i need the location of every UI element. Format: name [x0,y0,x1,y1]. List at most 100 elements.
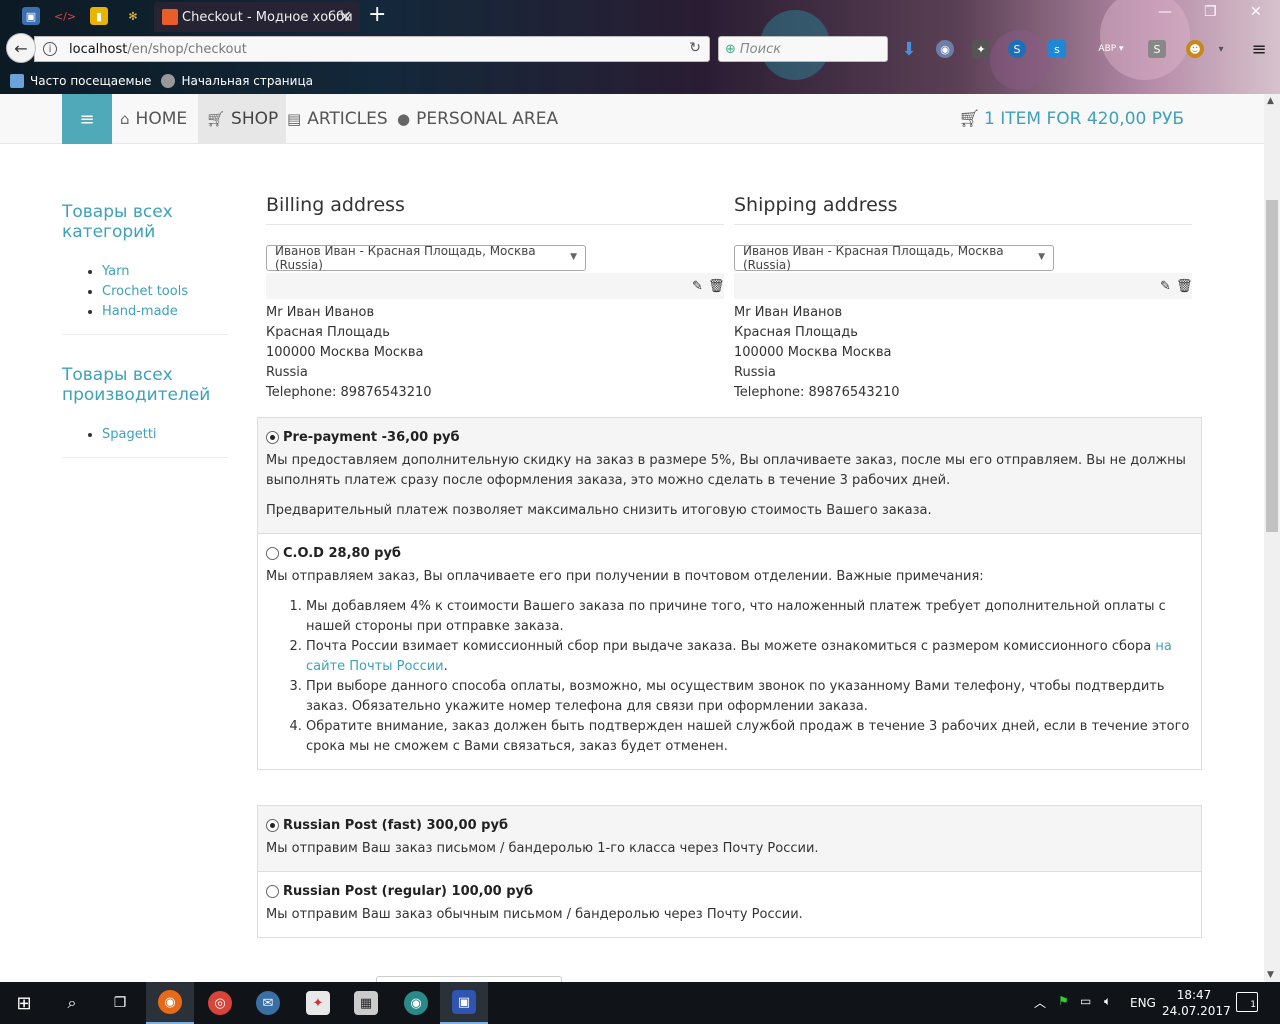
taskbar-calculator[interactable]: ▦ [342,982,390,1024]
scroll-down-icon[interactable]: ▼ [1267,970,1274,980]
cart-summary-link[interactable]: 🛒︎ 1 ITEM FOR 420,00 РУБ [958,94,1184,144]
sidebar: Товары всех категорий Yarn Crochet tools… [62,202,228,488]
category-link-yarn[interactable]: Yarn [102,264,129,279]
windows-taskbar: ⊞ ⌕ ❐ ◉ ◎ ✉ ✦ ▦ ◉ ▣ ︿ ⚑ ▭ 🔈︎ ENG 18:47 2… [0,982,1280,1024]
taskbar-app-puzzle[interactable]: ✦ [294,982,342,1024]
download-icon[interactable]: ⬇ [900,39,918,60]
delete-trash-icon[interactable]: 🗑︎ [1176,279,1193,294]
task-view-button[interactable]: ❐ [96,982,144,1024]
payment-option-prepayment[interactable]: Pre-payment -36,00 руб Мы предоставляем … [258,418,1201,533]
reload-icon[interactable]: ↻ [689,40,701,56]
manufacturers-title[interactable]: Товары всех производителей [62,365,228,405]
system-clock[interactable]: 18:47 24.07.2017 [1162,987,1231,1019]
cod-label[interactable]: C.O.D 28,80 руб [283,546,401,561]
taskbar-app-save[interactable]: ▣ [440,982,488,1024]
menu-label: PERSONAL AREA [416,109,559,129]
taskbar-firefox[interactable]: ◉ [146,982,194,1024]
tab-store-icon[interactable]: ▣ [22,7,40,25]
shipping-address-select[interactable]: Иванов Иван - Красная Площадь, Москва (R… [734,244,1054,272]
menu-shop[interactable]: 🛒︎ SHOP [198,94,287,144]
menu-articles[interactable]: ▤ ARTICLES [279,94,396,144]
shipping-methods-panel: Russian Post (fast) 300,00 руб Мы отправ… [257,805,1202,938]
firefox-icon: ◉ [158,990,182,1014]
language-indicator[interactable]: ENG [1130,996,1156,1010]
category-link-crochet-tools[interactable]: Crochet tools [102,284,188,299]
search-placeholder: Поиск [739,41,782,57]
extension-s-icon[interactable]: S [1008,40,1026,58]
browser-menu-icon[interactable]: ≡ [1250,39,1268,60]
info-icon[interactable]: i [43,42,57,56]
bookmark-start-page[interactable]: Начальная страница [161,74,313,88]
extension-box-icon[interactable]: S [1148,40,1166,58]
prepayment-label[interactable]: Pre-payment -36,00 руб [283,430,460,445]
network-icon[interactable]: ▭ [1080,994,1091,1008]
tray-expand-icon[interactable]: ︿ [1034,994,1046,1011]
tab-joomla-icon[interactable]: ✻ [124,7,142,25]
address-line: Russia [734,365,776,380]
shipping-option-regular[interactable]: Russian Post (regular) 100,00 руб Мы отп… [258,871,1201,937]
edit-pencil-icon[interactable]: ✎ [692,279,703,294]
search-input[interactable]: ⊕ Поиск [718,36,888,62]
cod-intro: Мы отправляем заказ, Вы оплачиваете его … [266,569,984,584]
taskbar-app-disc[interactable]: ◉ [392,982,440,1024]
page-scrollbar[interactable]: ▲ ▼ [1264,94,1280,982]
menu-personal-area[interactable]: ● PERSONAL AREA [389,94,566,144]
notification-center-icon[interactable]: 1 [1236,992,1258,1012]
shipping-option-fast[interactable]: Russian Post (fast) 300,00 руб Мы отправ… [258,806,1201,871]
browser-chrome: ▣ </> ▮ ✻ Checkout - Модное хобби ✕ + — … [0,0,1280,94]
tab-chart-icon[interactable]: ▮ [90,7,108,25]
menu-home[interactable]: ⌂ HOME [112,94,195,144]
shipping-address-details: Мr Иван Иванов Красная Площадь 100000 Мо… [734,303,1192,403]
new-tab-button[interactable]: + [368,2,386,27]
payment-option-cod[interactable]: C.O.D 28,80 руб Мы отправляем заказ, Вы … [258,533,1201,769]
regular-shipping-label[interactable]: Russian Post (regular) 100,00 руб [283,884,533,899]
scrollbar-thumb[interactable] [1266,200,1278,532]
restore-icon[interactable]: ❐ [1204,4,1217,20]
category-link-hand-made[interactable]: Hand-made [102,304,178,319]
address-line: Telephone: 89876543210 [266,385,432,400]
list-item: Hand-made [102,302,228,322]
extension-puzzle-icon[interactable]: ✦ [972,40,990,58]
tab-favicon [162,9,178,25]
close-tab-icon[interactable]: ✕ [339,7,352,26]
close-window-icon[interactable]: ✕ [1250,4,1262,20]
tab-code-icon[interactable]: </> [54,7,76,25]
bookmark-most-visited[interactable]: Часто посещаемые [10,74,151,88]
floppy-disk-icon: ▣ [452,990,476,1014]
prepayment-radio[interactable] [266,431,279,444]
extension-monkey-icon[interactable]: ☻ [1186,40,1204,58]
skype-icon[interactable]: s [1048,40,1066,58]
taskbar-chrome[interactable]: ◎ [196,982,244,1024]
fast-shipping-label[interactable]: Russian Post (fast) 300,00 руб [283,818,508,833]
hamburger-menu-button[interactable]: ≡ [62,94,112,144]
minimize-icon[interactable]: — [1158,4,1172,20]
chevron-down-icon[interactable]: ▾ [1212,40,1230,58]
volume-icon[interactable]: 🔈︎ [1104,994,1111,1009]
start-button[interactable]: ⊞ [0,982,48,1024]
taskbar-thunderbird[interactable]: ✉ [244,982,292,1024]
tab-checkout[interactable]: Checkout - Модное хобби ✕ [154,2,360,32]
delete-trash-icon[interactable]: 🗑︎ [708,279,725,294]
fast-shipping-radio[interactable] [266,819,279,832]
site-navbar: ≡ ⌂ HOME 🛒︎ SHOP ▤ ARTICLES ● PERSONAL A… [0,94,1264,144]
translate-icon[interactable]: ABP ▾ [1096,40,1126,58]
cod-radio[interactable] [266,547,279,560]
page-content: ≡ ⌂ HOME 🛒︎ SHOP ▤ ARTICLES ● PERSONAL A… [0,94,1264,982]
regular-shipping-radio[interactable] [266,885,279,898]
shipping-title: Shipping address [734,194,1192,225]
manufacturer-link-spagetti[interactable]: Spagetti [102,427,157,442]
categories-title[interactable]: Товары всех категорий [62,202,228,242]
tray-flag-icon[interactable]: ⚑ [1058,994,1069,1008]
clock-date: 24.07.2017 [1162,1004,1231,1018]
scroll-up-icon[interactable]: ▲ [1267,96,1274,106]
search-button[interactable]: ⌕ [48,982,96,1024]
billing-address-select[interactable]: Иванов Иван - Красная Площадь, Москва (R… [266,244,586,272]
url-bar[interactable]: i localhost/en/shop/checkout ↻ [34,36,710,62]
back-button[interactable]: ← [6,33,36,63]
address-line: Красная Площадь [266,325,390,340]
billing-address-section: Billing address Иванов Иван - Красная Пл… [266,194,725,403]
payment-methods-panel: Pre-payment -36,00 руб Мы предоставляем … [257,417,1202,770]
edit-pencil-icon[interactable]: ✎ [1160,279,1171,294]
extension-globe-icon[interactable]: ◉ [936,40,954,58]
cod-notes-list: Мы добавляем 4% к стоимости Вашего заказ… [306,597,1193,757]
